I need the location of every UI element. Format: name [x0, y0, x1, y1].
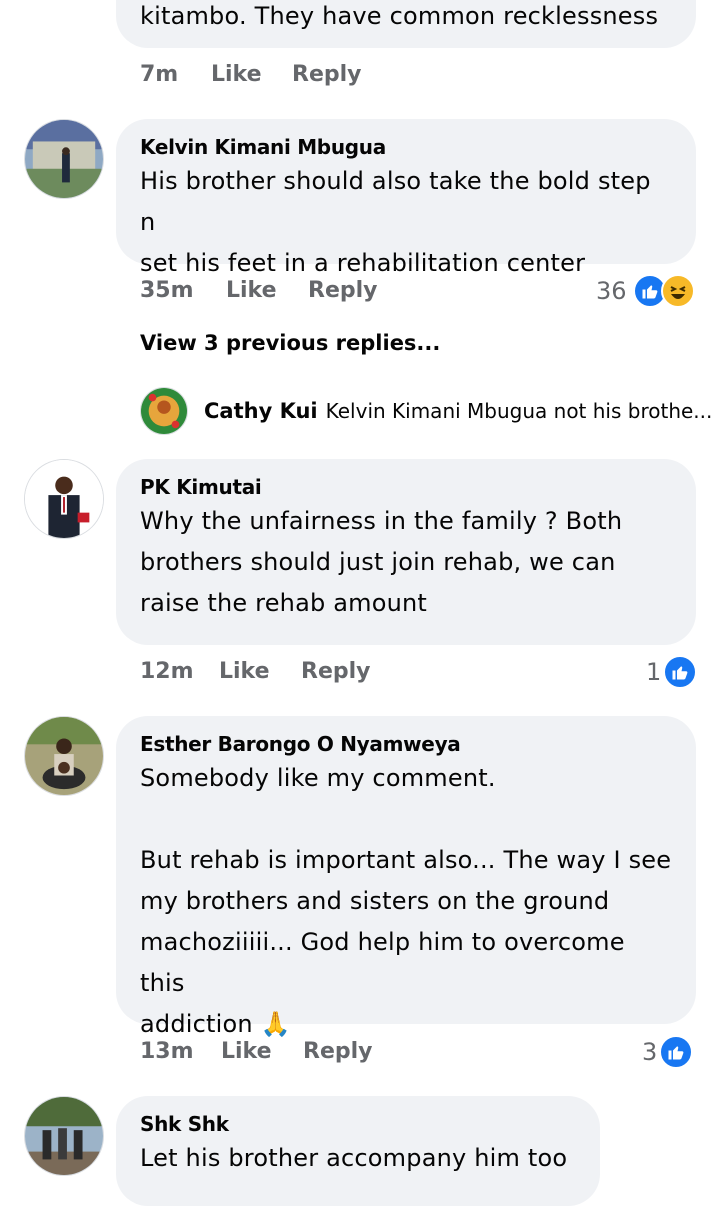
- avatar-image: [25, 1097, 103, 1175]
- comment-author[interactable]: Esther Barongo O Nyamweya: [140, 730, 672, 758]
- comment-author[interactable]: Kelvin Kimani Mbugua: [140, 133, 672, 161]
- comment-bubble: Kelvin Kimani Mbugua His brother should …: [116, 119, 696, 277]
- comment-time: 13m: [140, 1039, 194, 1064]
- reaction-count: 36: [596, 277, 627, 305]
- like-button[interactable]: Like: [219, 659, 270, 684]
- avatar[interactable]: [140, 387, 188, 435]
- comment-time: 35m: [140, 278, 194, 303]
- reaction-summary[interactable]: 1: [646, 655, 698, 689]
- comment-text: Why the unfairness in the family ? Both …: [140, 507, 623, 617]
- comment-bubble: Shk Shk Let his brother accompany him to…: [116, 1096, 600, 1206]
- comment-time: 7m: [140, 62, 179, 87]
- like-reaction-icon: [663, 655, 698, 689]
- reaction-summary[interactable]: 3: [642, 1035, 694, 1069]
- like-button[interactable]: Like: [226, 278, 277, 303]
- comment-text-body: Somebody like my comment. But rehab is i…: [140, 764, 672, 1038]
- reply-button[interactable]: Reply: [308, 278, 378, 303]
- reaction-summary[interactable]: 36: [596, 274, 695, 308]
- reaction-count: 1: [646, 658, 662, 686]
- haha-reaction-icon: [660, 274, 695, 308]
- like-button[interactable]: Like: [221, 1039, 272, 1064]
- comment-text: His brother should also take the bold st…: [140, 167, 651, 277]
- reply-button[interactable]: Reply: [301, 659, 371, 684]
- comment-text: Somebody like my comment. But rehab is i…: [140, 758, 672, 1045]
- view-previous-replies-link[interactable]: View 3 previous replies...: [140, 331, 440, 355]
- comment-text: kitambo. They have common recklessness: [140, 2, 659, 30]
- comment-author[interactable]: Shk Shk: [140, 1110, 576, 1138]
- folded-hands-emoji: 🙏: [260, 1010, 291, 1038]
- avatar[interactable]: [24, 119, 104, 199]
- avatar-image: [141, 388, 187, 434]
- comment-bubble: kitambo. They have common recklessness: [116, 0, 696, 48]
- reply-text: Kelvin Kimani Mbugua not his brothe...: [325, 399, 713, 423]
- like-button[interactable]: Like: [211, 62, 262, 87]
- reply-button[interactable]: Reply: [292, 62, 362, 87]
- comment-author[interactable]: PK Kimutai: [140, 473, 672, 501]
- comment-time: 12m: [140, 659, 194, 684]
- reply-button[interactable]: Reply: [303, 1039, 373, 1064]
- like-reaction-icon: [659, 1035, 694, 1069]
- avatar[interactable]: [24, 459, 104, 539]
- avatar[interactable]: [24, 716, 104, 796]
- comment-text: Let his brother accompany him too: [140, 1144, 568, 1172]
- comment-bubble: PK Kimutai Why the unfairness in the fam…: [116, 459, 696, 645]
- comment-bubble: Esther Barongo O Nyamweya Somebody like …: [116, 716, 696, 1038]
- avatar[interactable]: [24, 1096, 104, 1176]
- reply-author[interactable]: Cathy Kui: [204, 399, 318, 423]
- reaction-count: 3: [642, 1038, 658, 1066]
- avatar-image: [25, 717, 103, 795]
- avatar-image: [25, 120, 103, 198]
- avatar-image: [25, 460, 103, 538]
- nested-reply-row[interactable]: Cathy Kui Kelvin Kimani Mbugua not his b…: [204, 399, 712, 423]
